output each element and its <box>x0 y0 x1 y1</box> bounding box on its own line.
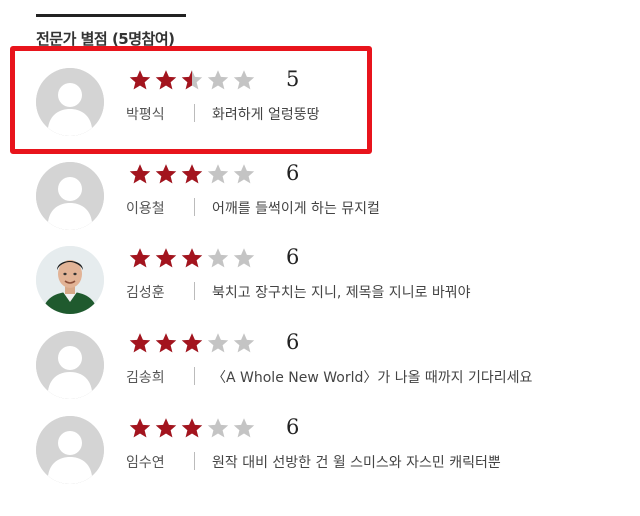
star-empty-icon <box>232 417 256 439</box>
section-header-rule <box>36 14 186 17</box>
star-rating <box>128 162 258 186</box>
review-row: 6 이용철 어깨를 들썩이게 하는 뮤지컬 <box>36 161 616 232</box>
reviewer-name[interactable]: 김송희 <box>126 367 165 387</box>
star-filled-icon <box>154 332 178 354</box>
star-filled-icon <box>154 247 178 269</box>
rating-score: 6 <box>286 161 300 185</box>
star-filled-icon <box>128 417 152 439</box>
reviewer-name[interactable]: 임수연 <box>126 452 165 472</box>
star-empty-icon <box>232 247 256 269</box>
reviewer-name[interactable]: 김성훈 <box>126 282 165 302</box>
star-filled-icon <box>180 332 204 354</box>
star-empty-icon <box>232 163 256 185</box>
divider <box>194 367 195 385</box>
star-rating <box>128 416 258 440</box>
star-filled-icon <box>154 163 178 185</box>
star-empty-icon <box>206 332 230 354</box>
reviewer-photo-avatar[interactable] <box>36 246 104 314</box>
star-filled-icon <box>128 247 152 269</box>
star-filled-icon <box>154 417 178 439</box>
star-empty-icon <box>206 163 230 185</box>
reviewer-avatar[interactable] <box>36 331 104 399</box>
reviewer-avatar[interactable] <box>36 162 104 230</box>
star-filled-icon <box>180 417 204 439</box>
review-comment: 어깨를 들썩이게 하는 뮤지컬 <box>212 201 380 217</box>
reviewer-name[interactable]: 이용철 <box>126 198 165 218</box>
star-filled-icon <box>180 163 204 185</box>
divider <box>194 198 195 216</box>
star-rating <box>128 246 258 270</box>
review-comment: 북치고 장구치는 지니, 제목을 지니로 바꿔야 <box>212 285 471 301</box>
divider <box>194 282 195 300</box>
rating-score: 6 <box>286 330 300 354</box>
review-row: 6 김성훈 북치고 장구치는 지니, 제목을 지니로 바꿔야 <box>36 245 616 316</box>
rating-score: 6 <box>286 415 300 439</box>
rating-score: 6 <box>286 245 300 269</box>
highlight-box <box>10 46 372 154</box>
star-empty-icon <box>232 332 256 354</box>
star-rating <box>128 331 258 355</box>
star-empty-icon <box>206 247 230 269</box>
divider <box>194 452 195 470</box>
review-row: 6 김송희 〈A Whole New World〉가 나올 때까지 기다리세요 <box>36 330 616 401</box>
review-row: 6 임수연 원작 대비 선방한 건 윌 스미스와 자스민 캐릭터뿐 <box>36 415 616 486</box>
review-comment: 〈A Whole New World〉가 나올 때까지 기다리세요 <box>212 370 533 386</box>
star-filled-icon <box>180 247 204 269</box>
star-empty-icon <box>206 417 230 439</box>
reviewer-avatar[interactable] <box>36 416 104 484</box>
review-comment: 원작 대비 선방한 건 윌 스미스와 자스민 캐릭터뿐 <box>212 455 501 471</box>
star-filled-icon <box>128 163 152 185</box>
star-filled-icon <box>128 332 152 354</box>
